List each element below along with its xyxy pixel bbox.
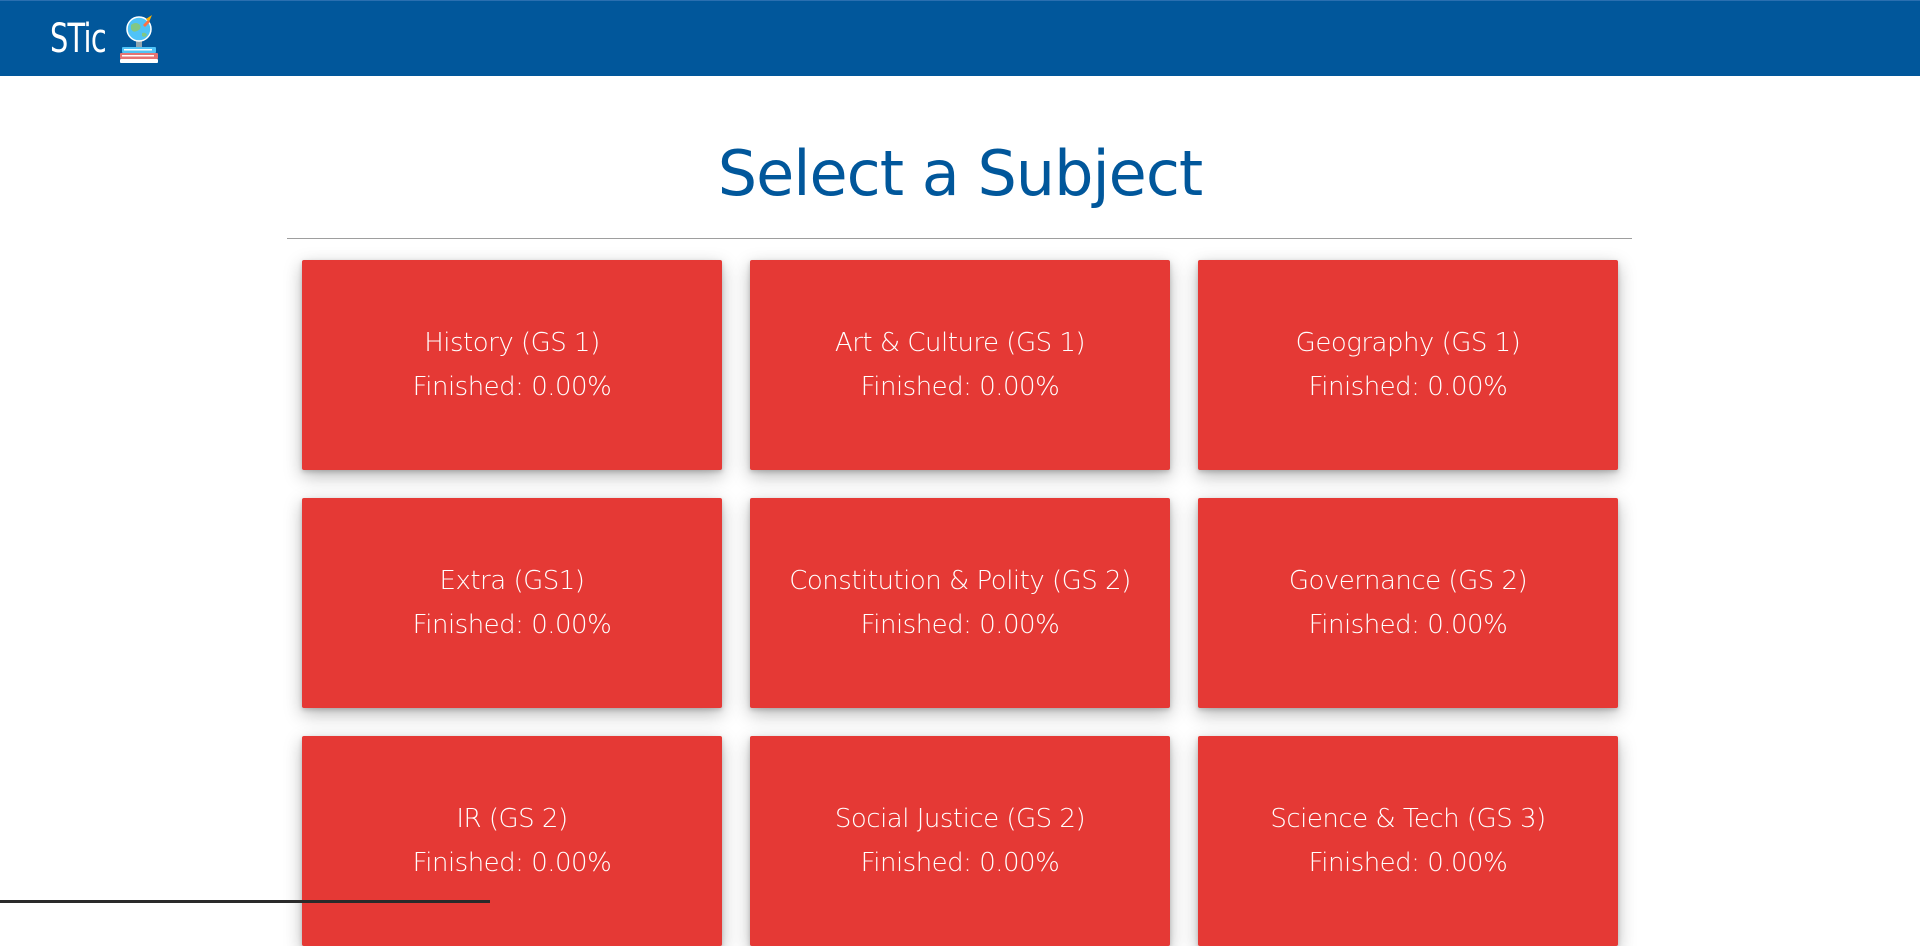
title-divider — [287, 238, 1632, 239]
subject-progress: Finished: 0.00% — [1308, 610, 1508, 640]
subject-card-governance[interactable]: Governance (GS 2) Finished: 0.00% — [1198, 498, 1618, 708]
subject-card-ir[interactable]: IR (GS 2) Finished: 0.00% — [302, 736, 722, 946]
subject-progress: Finished: 0.00% — [412, 848, 612, 878]
subject-card-history[interactable]: History (GS 1) Finished: 0.00% — [302, 260, 722, 470]
app-logo-link[interactable]: STic — [50, 13, 162, 65]
globe-rocket-books-icon — [116, 13, 162, 65]
subject-name: Governance (GS 2) — [1288, 566, 1528, 596]
subject-card-geography[interactable]: Geography (GS 1) Finished: 0.00% — [1198, 260, 1618, 470]
subject-progress: Finished: 0.00% — [860, 372, 1060, 402]
subject-name: Geography (GS 1) — [1295, 328, 1521, 358]
subject-name: Science & Tech (GS 3) — [1270, 804, 1546, 834]
page-title: Select a Subject — [717, 137, 1203, 210]
subject-progress: Finished: 0.00% — [860, 848, 1060, 878]
subject-grid: History (GS 1) Finished: 0.00% Art & Cul… — [302, 260, 1618, 946]
subject-name: IR (GS 2) — [456, 804, 568, 834]
subject-card-constitution-polity[interactable]: Constitution & Polity (GS 2) Finished: 0… — [750, 498, 1170, 708]
subject-card-art-culture[interactable]: Art & Culture (GS 1) Finished: 0.00% — [750, 260, 1170, 470]
subject-name: Art & Culture (GS 1) — [834, 328, 1086, 358]
subject-name: Constitution & Polity (GS 2) — [789, 566, 1131, 596]
subject-card-extra[interactable]: Extra (GS1) Finished: 0.00% — [302, 498, 722, 708]
subject-name: Social Justice (GS 2) — [834, 804, 1086, 834]
subject-progress: Finished: 0.00% — [412, 372, 612, 402]
subject-progress: Finished: 0.00% — [1308, 848, 1508, 878]
subject-progress: Finished: 0.00% — [1308, 372, 1508, 402]
subject-card-social-justice[interactable]: Social Justice (GS 2) Finished: 0.00% — [750, 736, 1170, 946]
top-app-bar: STic — [0, 0, 1920, 76]
logo-text: STic — [50, 16, 107, 62]
subject-name: Extra (GS1) — [439, 566, 585, 596]
subject-progress: Finished: 0.00% — [860, 610, 1060, 640]
subject-progress: Finished: 0.00% — [412, 610, 612, 640]
subject-name: History (GS 1) — [424, 328, 600, 358]
subject-card-science-tech[interactable]: Science & Tech (GS 3) Finished: 0.00% — [1198, 736, 1618, 946]
